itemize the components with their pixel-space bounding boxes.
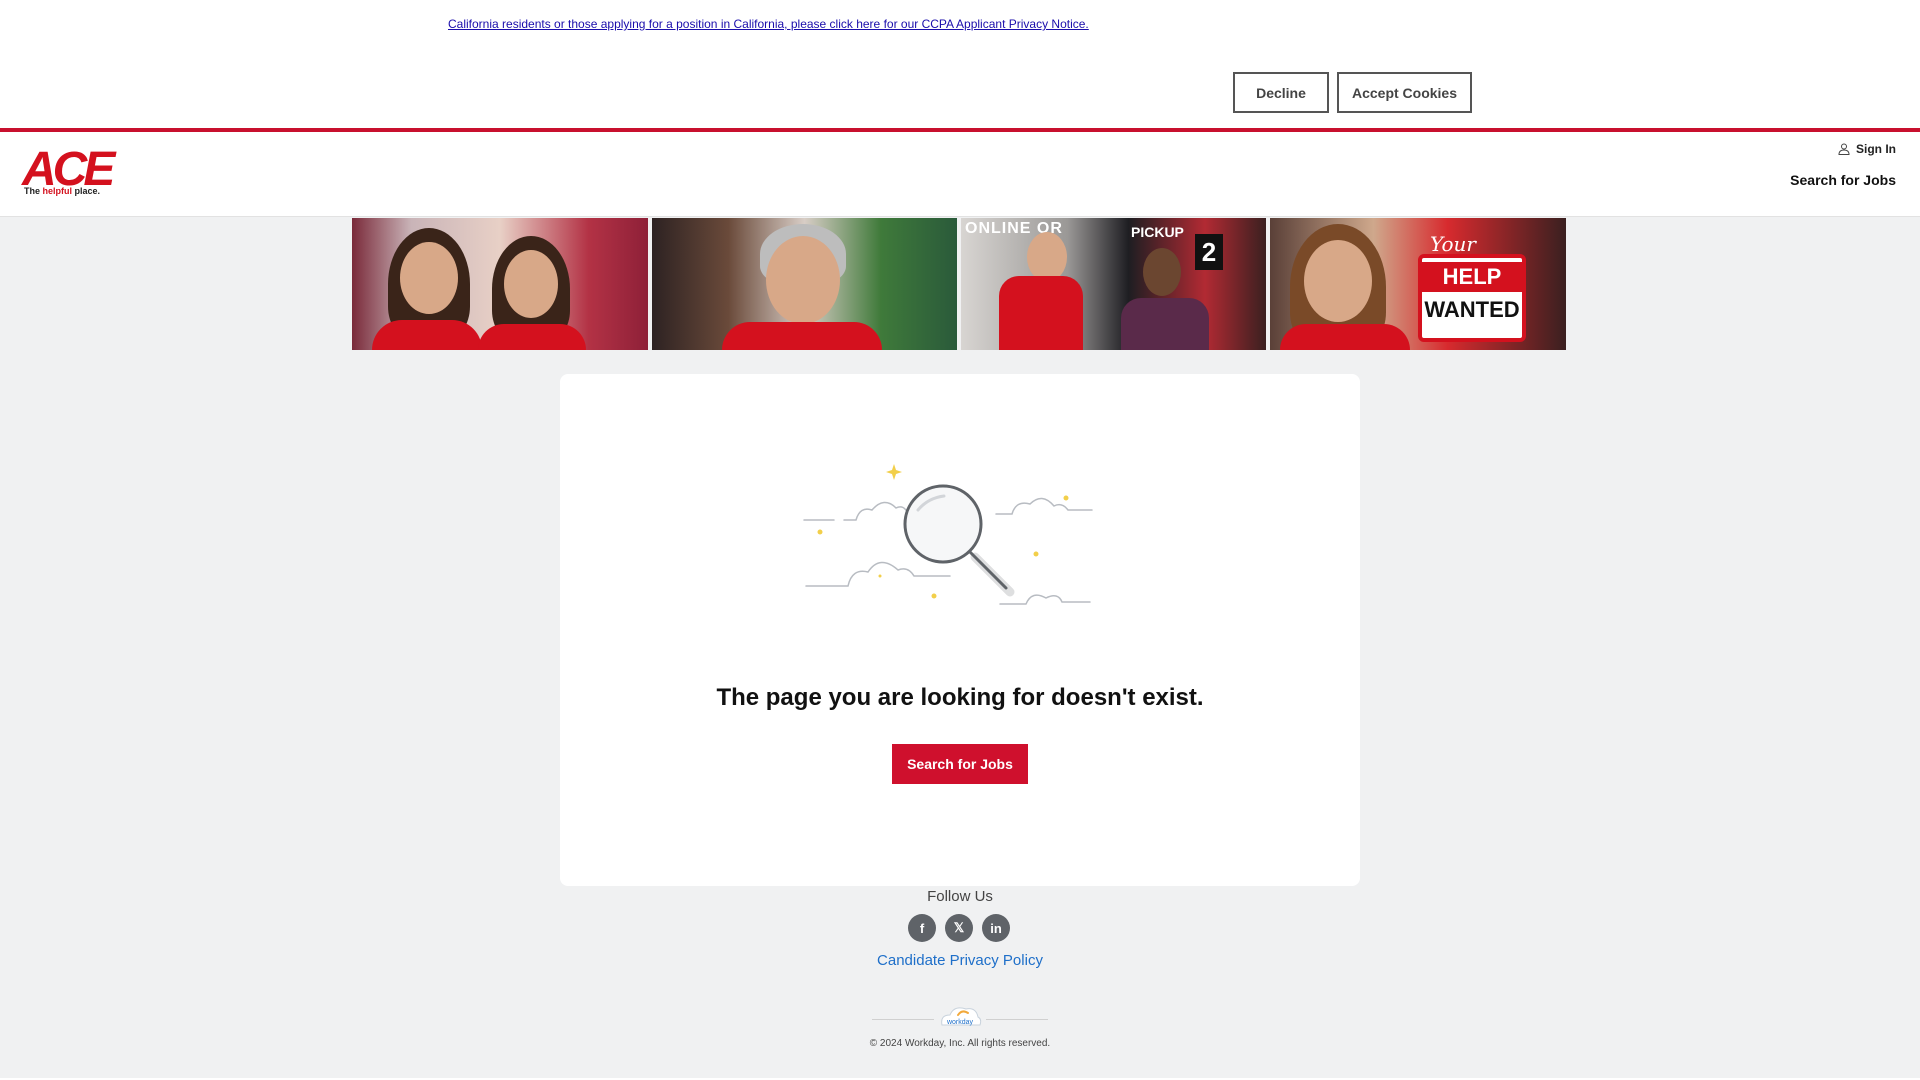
hero-pickup-sign: PICKUP — [1131, 224, 1184, 240]
hero-figure-vest — [722, 322, 882, 350]
linkedin-icon[interactable]: in — [982, 914, 1010, 942]
workday-logo: workday — [941, 1007, 982, 1026]
hero-photo-customer-handshake: ONLINE OR PICKUP 2 — [961, 218, 1266, 350]
hero-photo-associate-smiling — [652, 218, 957, 350]
footer-divider — [872, 1019, 934, 1020]
hero-wanted-text: WANTED — [1424, 297, 1520, 322]
magnifying-glass-icon — [803, 464, 1093, 605]
x-icon[interactable]: 𝕏 — [945, 914, 973, 942]
hero-banner: ONLINE OR PICKUP 2 Your HELP WANTED — [352, 218, 1568, 350]
social-links: f 𝕏 in — [908, 914, 1010, 942]
copyright-text: © 2024 Workday, Inc. All rights reserved… — [869, 1038, 1051, 1049]
hero-figure-shirt — [1121, 298, 1209, 350]
hero-help-wanted-sign: HELP WANTED — [1418, 254, 1526, 342]
hero-your-text: Your — [1430, 232, 1476, 256]
hero-figure-face — [1027, 232, 1067, 282]
workday-logo-text: workday — [946, 1019, 974, 1026]
decline-cookies-button[interactable]: Decline — [1233, 72, 1329, 113]
hero-figure-vest — [999, 276, 1083, 350]
error-title: The page you are looking for doesn't exi… — [716, 684, 1204, 711]
footer-divider — [986, 1019, 1048, 1020]
error-card: The page you are looking for doesn't exi… — [560, 374, 1360, 886]
hero-figure-face — [766, 236, 840, 324]
hero-figure-face — [1304, 240, 1372, 322]
hero-help-text: HELP — [1422, 262, 1522, 292]
accept-cookies-button[interactable]: Accept Cookies — [1337, 72, 1472, 113]
hero-figure-face — [504, 250, 558, 318]
logo-tagline: The helpful place. — [24, 186, 101, 196]
facebook-icon[interactable]: f — [908, 914, 936, 942]
hero-figure-shirt — [1280, 324, 1410, 350]
follow-us-label: Follow Us — [927, 888, 993, 905]
hero-figure-face — [400, 242, 458, 314]
candidate-privacy-policy-link[interactable]: Candidate Privacy Policy — [0, 952, 1920, 969]
hero-number-sign: 2 — [1195, 234, 1223, 270]
hero-photo-help-wanted: Your HELP WANTED — [1270, 218, 1566, 350]
ace-logo[interactable]: ACE The helpful place. — [22, 146, 122, 200]
hero-photo-associates — [352, 218, 648, 350]
user-icon — [1838, 143, 1850, 155]
header-search-jobs-link[interactable]: Search for Jobs — [1790, 172, 1896, 188]
hero-figure-vest — [372, 320, 482, 350]
site-header: ACE The helpful place. Sign In Search fo… — [0, 132, 1920, 217]
search-for-jobs-button[interactable]: Search for Jobs — [892, 744, 1028, 784]
sign-in-label: Sign In — [1856, 142, 1896, 156]
cookie-banner: California residents or those applying f… — [0, 0, 1920, 128]
sign-in-link[interactable]: Sign In — [1838, 142, 1896, 156]
ccpa-privacy-notice-link[interactable]: California residents or those applying f… — [448, 17, 1089, 31]
hero-figure-face — [1143, 248, 1181, 296]
hero-figure-vest — [478, 324, 586, 350]
